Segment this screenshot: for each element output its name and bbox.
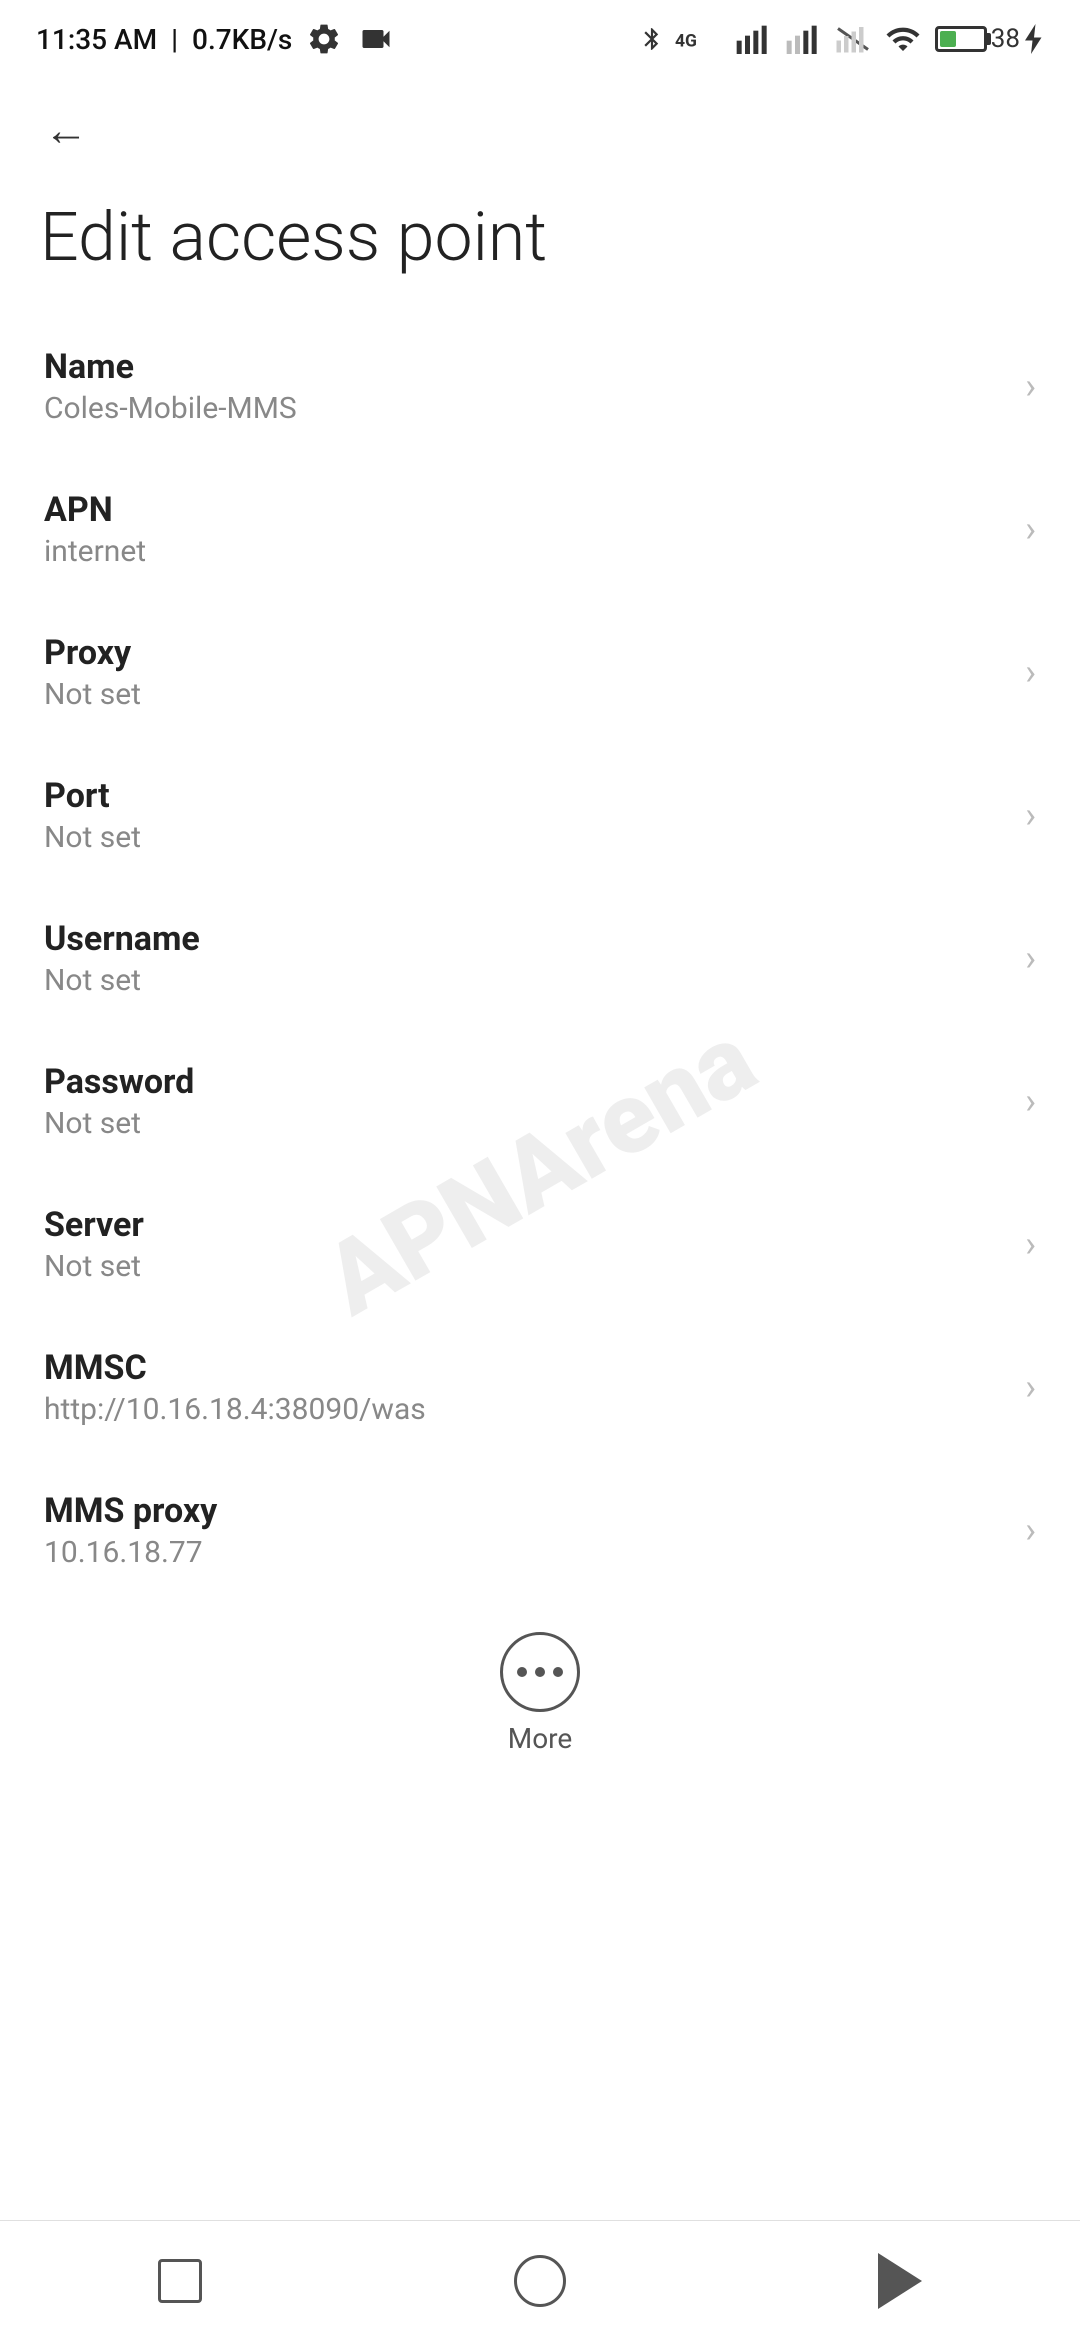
settings-item-apn[interactable]: APN internet › xyxy=(0,458,1080,601)
settings-item-content: Password Not set xyxy=(44,1062,1005,1141)
back-button[interactable]: ← xyxy=(36,100,96,160)
settings-item-content: Server Not set xyxy=(44,1205,1005,1284)
status-left: 11:35 AM | 0.7KB/s xyxy=(36,21,396,57)
svg-text:4G: 4G xyxy=(675,32,697,52)
chevron-right-icon: › xyxy=(1025,937,1036,979)
settings-item-value: Not set xyxy=(44,1106,1005,1141)
chevron-right-icon: › xyxy=(1025,651,1036,693)
settings-item-mmsc[interactable]: MMSC http://10.16.18.4:38090/was › xyxy=(0,1316,1080,1459)
content-area: Name Coles-Mobile-MMS › APN internet › P… xyxy=(0,315,1080,1985)
settings-item-label: Port xyxy=(44,776,1005,816)
chevron-right-icon: › xyxy=(1025,1223,1036,1265)
settings-item-label: Username xyxy=(44,919,1005,959)
settings-item-content: Username Not set xyxy=(44,919,1005,998)
settings-item-value: internet xyxy=(44,534,1005,569)
settings-item-content: MMSC http://10.16.18.4:38090/was xyxy=(44,1348,1005,1427)
chevron-right-icon: › xyxy=(1025,1366,1036,1408)
nav-back-button[interactable] xyxy=(850,2241,950,2321)
wifi-icon xyxy=(881,21,925,57)
more-dots-icon xyxy=(517,1667,563,1677)
settings-item-value: Not set xyxy=(44,1249,1005,1284)
nav-bar xyxy=(0,2220,1080,2340)
back-arrow-icon: ← xyxy=(44,104,88,156)
nav-home-button[interactable] xyxy=(490,2241,590,2321)
settings-item-label: Name xyxy=(44,347,1005,387)
settings-item-content: APN internet xyxy=(44,490,1005,569)
settings-item-content: Proxy Not set xyxy=(44,633,1005,712)
settings-item-label: Proxy xyxy=(44,633,1005,673)
bluetooth-icon xyxy=(639,21,665,57)
toolbar: ← xyxy=(0,70,1080,180)
status-speed-value: 0.7KB/s xyxy=(192,23,292,56)
chevron-right-icon: › xyxy=(1025,1509,1036,1551)
chevron-right-icon: › xyxy=(1025,508,1036,550)
settings-item-value: 10.16.18.77 xyxy=(44,1535,1005,1570)
signal-4g-icon: 4G xyxy=(675,21,725,57)
video-icon xyxy=(356,21,396,57)
nav-recents-button[interactable] xyxy=(130,2241,230,2321)
page-title: Edit access point xyxy=(0,180,1080,315)
settings-item-name[interactable]: Name Coles-Mobile-MMS › xyxy=(0,315,1080,458)
settings-item-value: Coles-Mobile-MMS xyxy=(44,391,1005,426)
settings-item-content: Name Coles-Mobile-MMS xyxy=(44,347,1005,426)
settings-list: Name Coles-Mobile-MMS › APN internet › P… xyxy=(0,315,1080,1602)
settings-item-mms-proxy[interactable]: MMS proxy 10.16.18.77 › xyxy=(0,1459,1080,1602)
settings-item-port[interactable]: Port Not set › xyxy=(0,744,1080,887)
signal-bars-icon xyxy=(735,24,775,54)
settings-item-value: Not set xyxy=(44,963,1005,998)
more-label: More xyxy=(508,1722,573,1755)
nav-recents-icon xyxy=(158,2259,202,2303)
settings-item-value: Not set xyxy=(44,820,1005,855)
settings-item-content: MMS proxy 10.16.18.77 xyxy=(44,1491,1005,1570)
settings-item-proxy[interactable]: Proxy Not set › xyxy=(0,601,1080,744)
settings-item-value: Not set xyxy=(44,677,1005,712)
status-bar: 11:35 AM | 0.7KB/s 4G xyxy=(0,0,1080,70)
charging-icon xyxy=(1024,24,1044,54)
settings-item-label: MMSC xyxy=(44,1348,1005,1388)
more-circle-icon xyxy=(500,1632,580,1712)
status-time: 11:35 AM xyxy=(36,23,157,56)
settings-item-label: Password xyxy=(44,1062,1005,1102)
battery-percent: 38 xyxy=(991,24,1020,54)
settings-item-label: MMS proxy xyxy=(44,1491,1005,1531)
settings-item-label: APN xyxy=(44,490,1005,530)
settings-item-label: Server xyxy=(44,1205,1005,1245)
battery-container: 38 xyxy=(935,24,1044,54)
signal-bars2-icon xyxy=(785,24,825,54)
nav-back-icon xyxy=(878,2253,922,2309)
settings-item-value: http://10.16.18.4:38090/was xyxy=(44,1392,1005,1427)
chevron-right-icon: › xyxy=(1025,794,1036,836)
status-right: 4G 3 xyxy=(639,21,1044,57)
settings-item-password[interactable]: Password Not set › xyxy=(0,1030,1080,1173)
settings-icon xyxy=(306,21,342,57)
nav-home-icon xyxy=(514,2255,566,2307)
no-signal-icon xyxy=(835,24,871,54)
settings-item-username[interactable]: Username Not set › xyxy=(0,887,1080,1030)
status-speed: | xyxy=(171,23,178,56)
settings-item-content: Port Not set xyxy=(44,776,1005,855)
chevron-right-icon: › xyxy=(1025,1080,1036,1122)
more-button[interactable]: More xyxy=(0,1602,1080,1785)
chevron-right-icon: › xyxy=(1025,365,1036,407)
settings-item-server[interactable]: Server Not set › xyxy=(0,1173,1080,1316)
